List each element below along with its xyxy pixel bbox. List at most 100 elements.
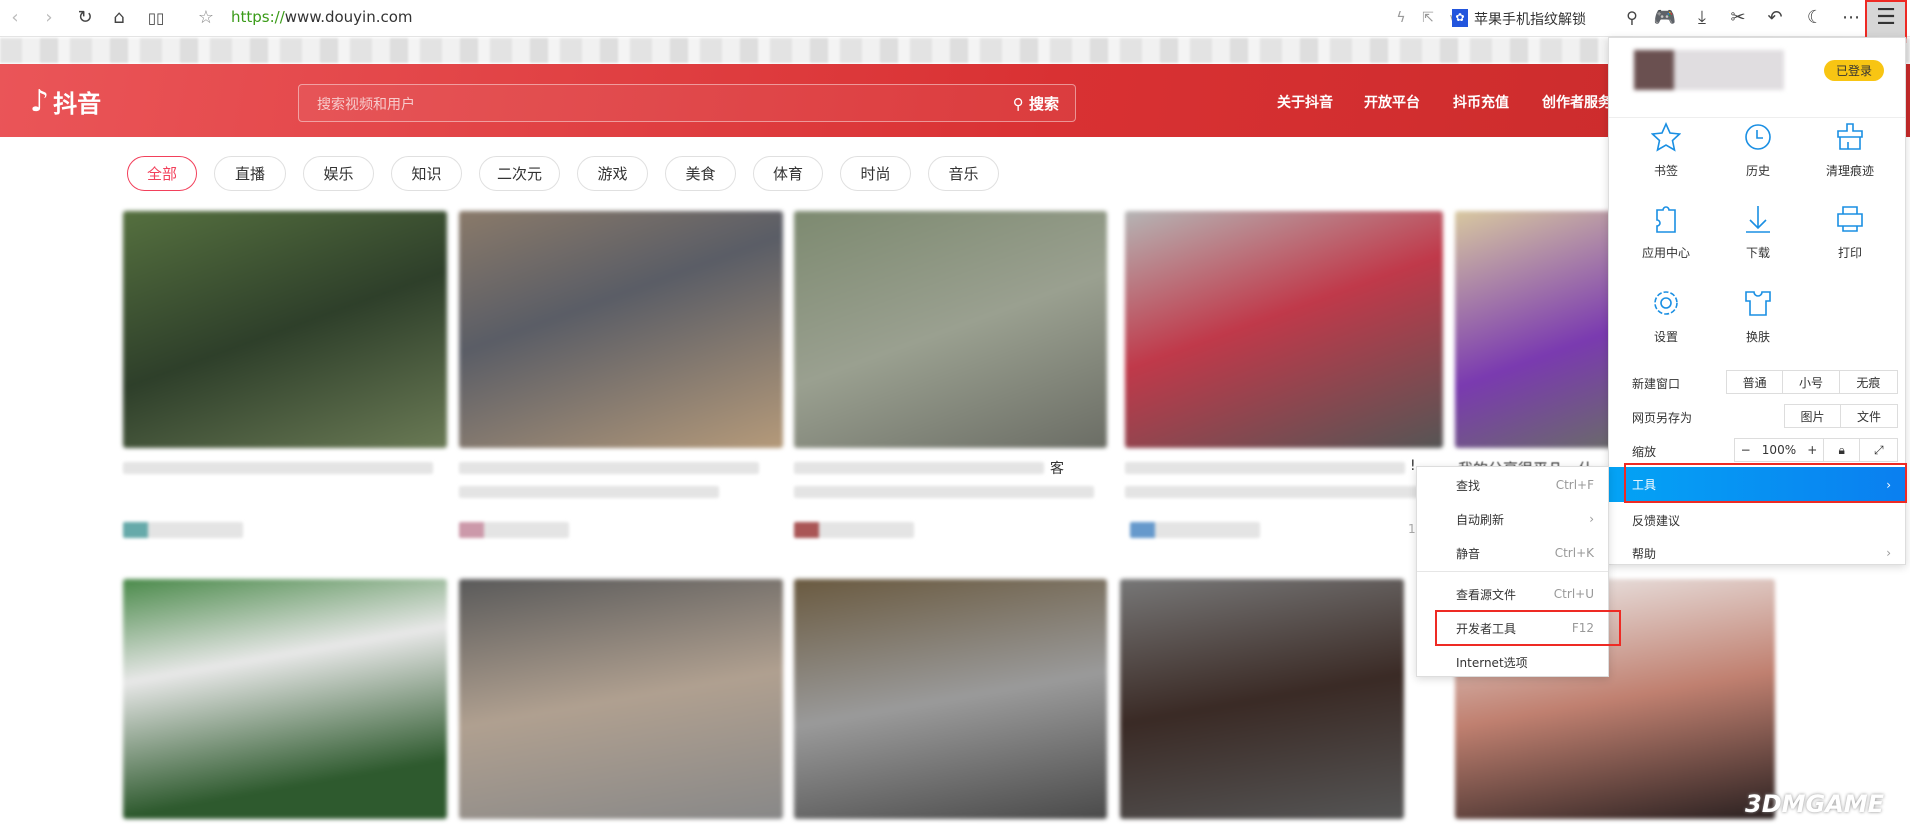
author-row-blurred <box>123 522 243 538</box>
new-window-label: 新建窗口 <box>1632 377 1681 391</box>
lock-icon[interactable]: 🔒︎ <box>1824 439 1861 461</box>
category-music[interactable]: 音乐 <box>928 156 999 191</box>
author-row-blurred <box>794 522 914 538</box>
category-acg[interactable]: 二次元 <box>479 156 560 191</box>
scissors-icon[interactable]: ✂ <box>1726 6 1750 30</box>
category-knowledge[interactable]: 知识 <box>391 156 462 191</box>
zoom-out-button[interactable]: − <box>1741 443 1751 457</box>
more-icon[interactable]: ⋯ <box>1839 6 1863 30</box>
browser-toolbar: ‹ › ↻ ⌂ ▯▯ ☆ https://www.douyin.com ϟ ⇱ … <box>0 0 1910 38</box>
category-fashion[interactable]: 时尚 <box>840 156 911 191</box>
menu-clear-traces[interactable]: 清理痕迹 <box>1820 122 1880 179</box>
video-card[interactable] <box>123 579 447 819</box>
moon-icon[interactable]: ☾ <box>1803 6 1827 30</box>
submenu-auto-refresh[interactable]: 自动刷新 › <box>1417 504 1610 534</box>
search-suggestion[interactable]: 苹果手机指纹解锁 <box>1474 9 1586 29</box>
download-icon <box>1746 206 1770 233</box>
video-card[interactable] <box>123 211 447 448</box>
nav-recharge[interactable]: 抖币充值 <box>1453 92 1509 112</box>
new-window-normal[interactable]: 普通 <box>1727 371 1784 393</box>
nav-creator[interactable]: 创作者服务 <box>1542 92 1612 112</box>
video-card[interactable] <box>1120 579 1404 819</box>
search-icon: ⚲ <box>1012 95 1029 113</box>
user-avatar-blurred[interactable] <box>1634 50 1784 90</box>
save-as-file[interactable]: 文件 <box>1841 405 1897 427</box>
video-title-blurred <box>1125 486 1425 498</box>
category-live[interactable]: 直播 <box>214 156 286 191</box>
star-icon[interactable]: ☆ <box>194 6 218 30</box>
menu-history[interactable]: 历史 <box>1728 122 1788 179</box>
category-all[interactable]: 全部 <box>127 156 197 191</box>
search-button[interactable]: ⚲ 搜索 <box>1013 93 1059 114</box>
video-card[interactable] <box>459 211 783 448</box>
new-window-small[interactable]: 小号 <box>1783 371 1840 393</box>
share-icon[interactable]: ⇱ <box>1416 6 1440 30</box>
zoom-in-button[interactable]: + <box>1807 443 1817 457</box>
video-card[interactable] <box>1455 211 1615 448</box>
download-icon[interactable]: ⤓ <box>1690 6 1714 30</box>
fullscreen-icon[interactable]: ⤢ <box>1860 439 1897 461</box>
lightning-icon[interactable]: ϟ <box>1389 6 1413 30</box>
video-title-blurred <box>459 462 759 474</box>
video-title-fragment: 客 <box>1050 461 1064 477</box>
logged-in-badge[interactable]: 已登录 <box>1824 60 1885 81</box>
video-card[interactable] <box>1125 211 1443 448</box>
category-sports[interactable]: 体育 <box>753 156 823 191</box>
video-title-blurred <box>1125 462 1405 474</box>
video-title-blurred <box>794 486 1094 498</box>
home-icon[interactable]: ⌂ <box>107 6 131 30</box>
tshirt-icon <box>1745 291 1771 316</box>
video-title-fragment: ! <box>1410 458 1416 474</box>
category-game[interactable]: 游戏 <box>577 156 648 191</box>
menu-bookmarks[interactable]: 书签 <box>1636 122 1696 179</box>
menu-app-center[interactable]: 应用中心 <box>1636 204 1696 261</box>
menu-item-help[interactable]: 帮助 › <box>1609 538 1905 568</box>
zoom-control: −100% + 🔒︎ ⤢ <box>1734 438 1898 462</box>
address-bar[interactable]: https://www.douyin.com <box>231 8 413 26</box>
reader-icon[interactable]: ▯▯ <box>144 6 168 30</box>
divider <box>1609 117 1905 118</box>
nav-open-platform[interactable]: 开放平台 <box>1364 92 1420 112</box>
video-title-blurred <box>123 462 433 474</box>
save-as-label: 网页另存为 <box>1632 411 1693 425</box>
back-icon[interactable]: ‹ <box>3 6 27 30</box>
video-card[interactable] <box>459 579 783 819</box>
author-row-blurred <box>1130 522 1260 538</box>
new-window-incognito[interactable]: 无痕 <box>1840 371 1897 393</box>
submenu-find[interactable]: 查找 Ctrl+F <box>1417 470 1610 500</box>
chevron-right-icon: › <box>1886 546 1891 560</box>
douyin-note-icon: ♪ <box>30 84 50 119</box>
nav-about[interactable]: 关于抖音 <box>1277 92 1333 112</box>
video-card[interactable] <box>794 211 1107 448</box>
new-window-options: 普通 小号 无痕 <box>1726 370 1898 394</box>
video-card[interactable] <box>794 579 1107 819</box>
gear-icon <box>1654 291 1678 315</box>
baidu-paw-icon[interactable]: ✿ <box>1452 9 1468 27</box>
douyin-logo[interactable]: ♪ 抖音 <box>30 84 101 119</box>
printer-icon <box>1837 206 1863 232</box>
menu-settings[interactable]: 设置 <box>1636 288 1696 345</box>
category-entertainment[interactable]: 娱乐 <box>303 156 374 191</box>
forward-icon[interactable]: › <box>37 6 61 30</box>
submenu-internet-options[interactable]: Internet选项 <box>1417 647 1610 677</box>
zoom-value: 100% <box>1761 443 1797 457</box>
menu-download[interactable]: 下载 <box>1728 204 1788 261</box>
search-icon[interactable]: ⚲ <box>1620 6 1644 30</box>
save-as-image[interactable]: 图片 <box>1785 405 1842 427</box>
menu-skin[interactable]: 换肤 <box>1728 288 1788 345</box>
undo-icon[interactable]: ↶ <box>1763 6 1787 30</box>
search-input[interactable]: 搜索视频和用户 ⚲ 搜索 <box>298 84 1076 122</box>
menu-item-feedback[interactable]: 反馈建议 <box>1632 512 1680 529</box>
game-icon[interactable]: 🎮 <box>1653 6 1677 30</box>
video-title-blurred <box>794 462 1044 474</box>
reload-icon[interactable]: ↻ <box>73 6 97 30</box>
menu-print[interactable]: 打印 <box>1820 204 1880 261</box>
category-food[interactable]: 美食 <box>665 156 736 191</box>
puzzle-icon <box>1656 206 1676 233</box>
clock-icon <box>1745 124 1771 150</box>
save-as-options: 图片 文件 <box>1784 404 1898 428</box>
submenu-view-source[interactable]: 查看源文件 Ctrl+U <box>1417 579 1610 609</box>
divider <box>1417 571 1608 572</box>
submenu-mute[interactable]: 静音 Ctrl+K <box>1417 538 1610 568</box>
broom-icon <box>1837 123 1863 150</box>
